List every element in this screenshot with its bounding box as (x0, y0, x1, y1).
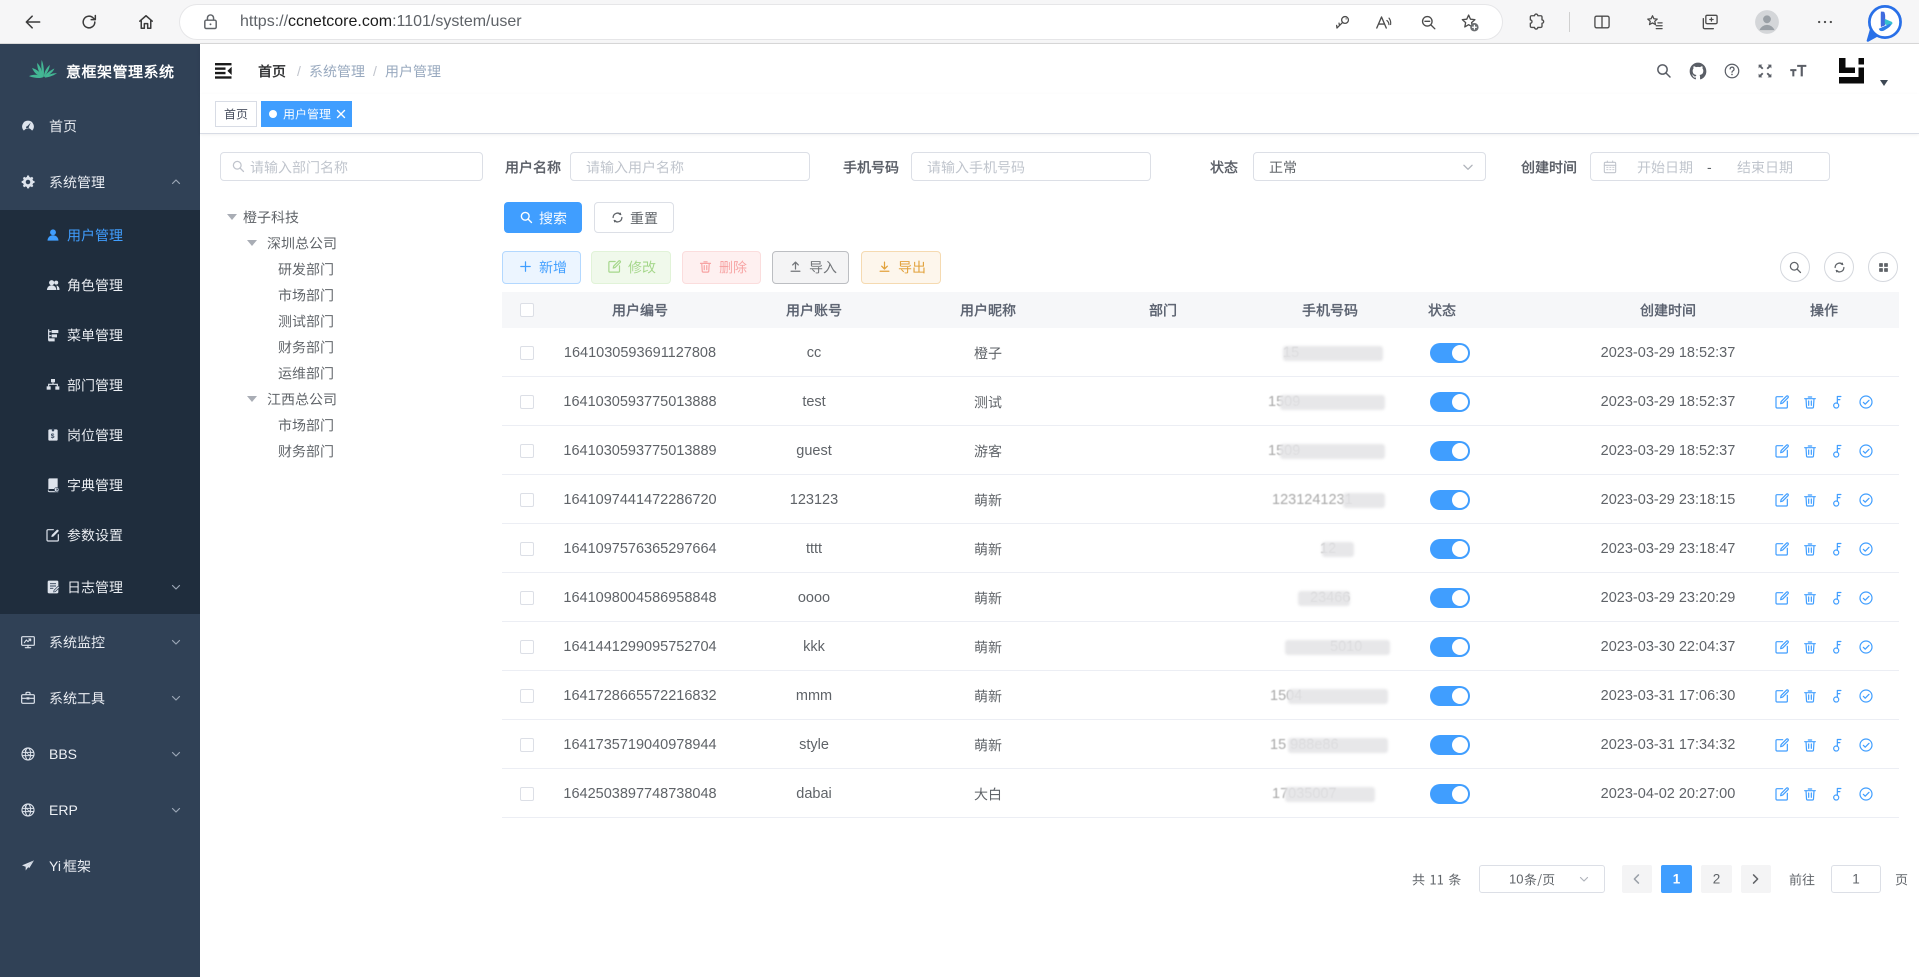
svg-text:$: $ (51, 433, 55, 440)
